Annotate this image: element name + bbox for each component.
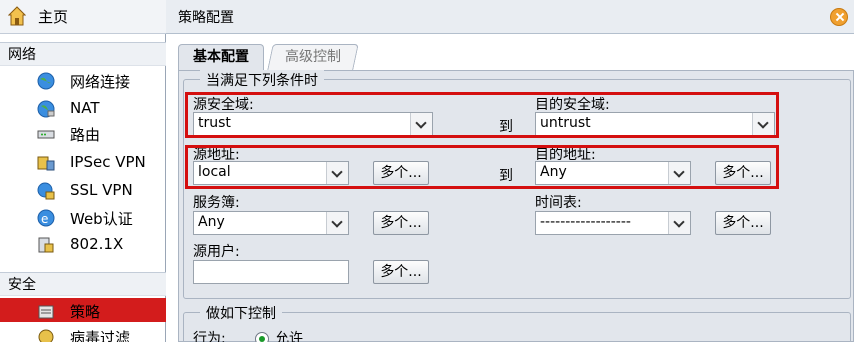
chevron-down-icon[interactable] [668, 212, 690, 234]
sidebar-item-label: NAT [70, 99, 100, 117]
select-value: untrust [540, 115, 591, 131]
antivirus-icon [38, 329, 54, 342]
sidebar-item-label: 路由 [70, 126, 101, 144]
sidebar-item-label: IPSec VPN [70, 153, 146, 171]
sidebar-item-label: Web认证 [70, 210, 133, 228]
globe-network-icon [37, 100, 55, 118]
chevron-down-icon[interactable] [752, 113, 774, 135]
home-icon [8, 6, 26, 26]
policy-icon [38, 305, 54, 319]
src-zone-label: 源安全域: [193, 97, 254, 113]
select-value: ------------------ [540, 214, 631, 230]
sidebar-item-nat[interactable]: NAT [0, 96, 166, 122]
tab-advanced-control[interactable]: 高级控制 [267, 44, 359, 70]
sidebar-item-ssl-vpn[interactable]: SSL VPN [0, 178, 166, 204]
sidebar-item-routing[interactable]: 路由 [0, 121, 166, 147]
sidebar-item-label: 网络连接 [70, 73, 131, 91]
tab-content: 当满足下列条件时 源安全域: trust 到 目的安全域: untrust 源地… [178, 70, 854, 342]
tab-label: 高级控制 [285, 49, 341, 65]
select-value: trust [198, 115, 231, 131]
actions-legend: 做如下控制 [200, 303, 282, 323]
select-value: Any [540, 164, 567, 180]
service-more-button[interactable]: 多个... [373, 211, 429, 235]
dst-addr-select[interactable]: Any [535, 161, 691, 185]
chevron-down-icon[interactable] [668, 162, 690, 184]
dot1x-icon [38, 237, 54, 253]
home-label: 主页 [38, 8, 69, 26]
service-select[interactable]: Any [193, 211, 349, 235]
select-value: local [198, 164, 231, 180]
sidebar-item-label: 病毒过滤 [70, 329, 131, 342]
svg-text:e: e [41, 212, 48, 226]
sidebar-item-ipsec-vpn[interactable]: IPSec VPN [0, 150, 166, 176]
to-label: 到 [499, 168, 513, 184]
sidebar-item-label: 802.1X [70, 235, 124, 253]
schedule-select[interactable]: ------------------ [535, 211, 691, 235]
window-title: 策略配置 [178, 10, 234, 26]
dst-zone-select[interactable]: untrust [535, 112, 775, 136]
schedule-label: 时间表: [535, 195, 582, 211]
chevron-down-icon[interactable] [326, 162, 348, 184]
src-zone-select[interactable]: trust [193, 112, 433, 136]
window-titlebar: 策略配置 [166, 0, 854, 34]
select-value: Any [198, 214, 225, 230]
sidebar-home[interactable]: 主页 [0, 0, 166, 34]
schedule-more-button[interactable]: 多个... [715, 211, 771, 235]
sidebar-item-network-connection[interactable]: 网络连接 [0, 68, 166, 94]
router-icon [37, 130, 55, 139]
sidebar-item-label: SSL VPN [70, 181, 133, 199]
tab-strip: 高级控制 基本配置 [166, 34, 854, 70]
sidebar-item-8021x[interactable]: 802.1X [0, 232, 166, 258]
sidebar-item-web-auth[interactable]: e Web认证 [0, 205, 166, 231]
ssl-vpn-icon [37, 182, 55, 200]
sidebar-item-label: 策略 [70, 303, 101, 321]
dst-addr-more-button[interactable]: 多个... [715, 161, 771, 185]
src-user-input[interactable] [193, 260, 349, 284]
chevron-down-icon[interactable] [410, 113, 432, 135]
sidebar-item-policy[interactable]: 策略 [0, 298, 166, 322]
vpn-icon [37, 156, 55, 171]
permit-radio[interactable] [255, 332, 269, 342]
service-label: 服务簿: [193, 195, 240, 211]
section-security[interactable]: 安全 [0, 272, 166, 296]
permit-label: 允许 [275, 331, 303, 342]
policy-config-panel: 策略配置 高级控制 基本配置 当满足下列条件时 源安全域: trust 到 目的… [166, 0, 854, 342]
tab-basic-config[interactable]: 基本配置 [178, 44, 264, 70]
conditions-legend: 当满足下列条件时 [200, 70, 324, 90]
close-icon[interactable] [830, 8, 848, 26]
src-addr-select[interactable]: local [193, 161, 349, 185]
chevron-down-icon[interactable] [326, 212, 348, 234]
to-label: 到 [499, 119, 513, 135]
section-network[interactable]: 网络 [0, 42, 166, 66]
globe-icon [37, 72, 55, 90]
src-user-label: 源用户: [193, 244, 240, 260]
src-addr-more-button[interactable]: 多个... [373, 161, 429, 185]
sidebar: 主页 网络 网络连接 NAT 路由 IPSec VPN SSL VPN e We… [0, 0, 166, 342]
action-label: 行为: [193, 331, 226, 342]
dst-zone-label: 目的安全域: [535, 97, 610, 113]
src-user-more-button[interactable]: 多个... [373, 260, 429, 284]
sidebar-item-antivirus[interactable]: 病毒过滤 [0, 324, 166, 342]
web-auth-icon: e [37, 209, 55, 227]
